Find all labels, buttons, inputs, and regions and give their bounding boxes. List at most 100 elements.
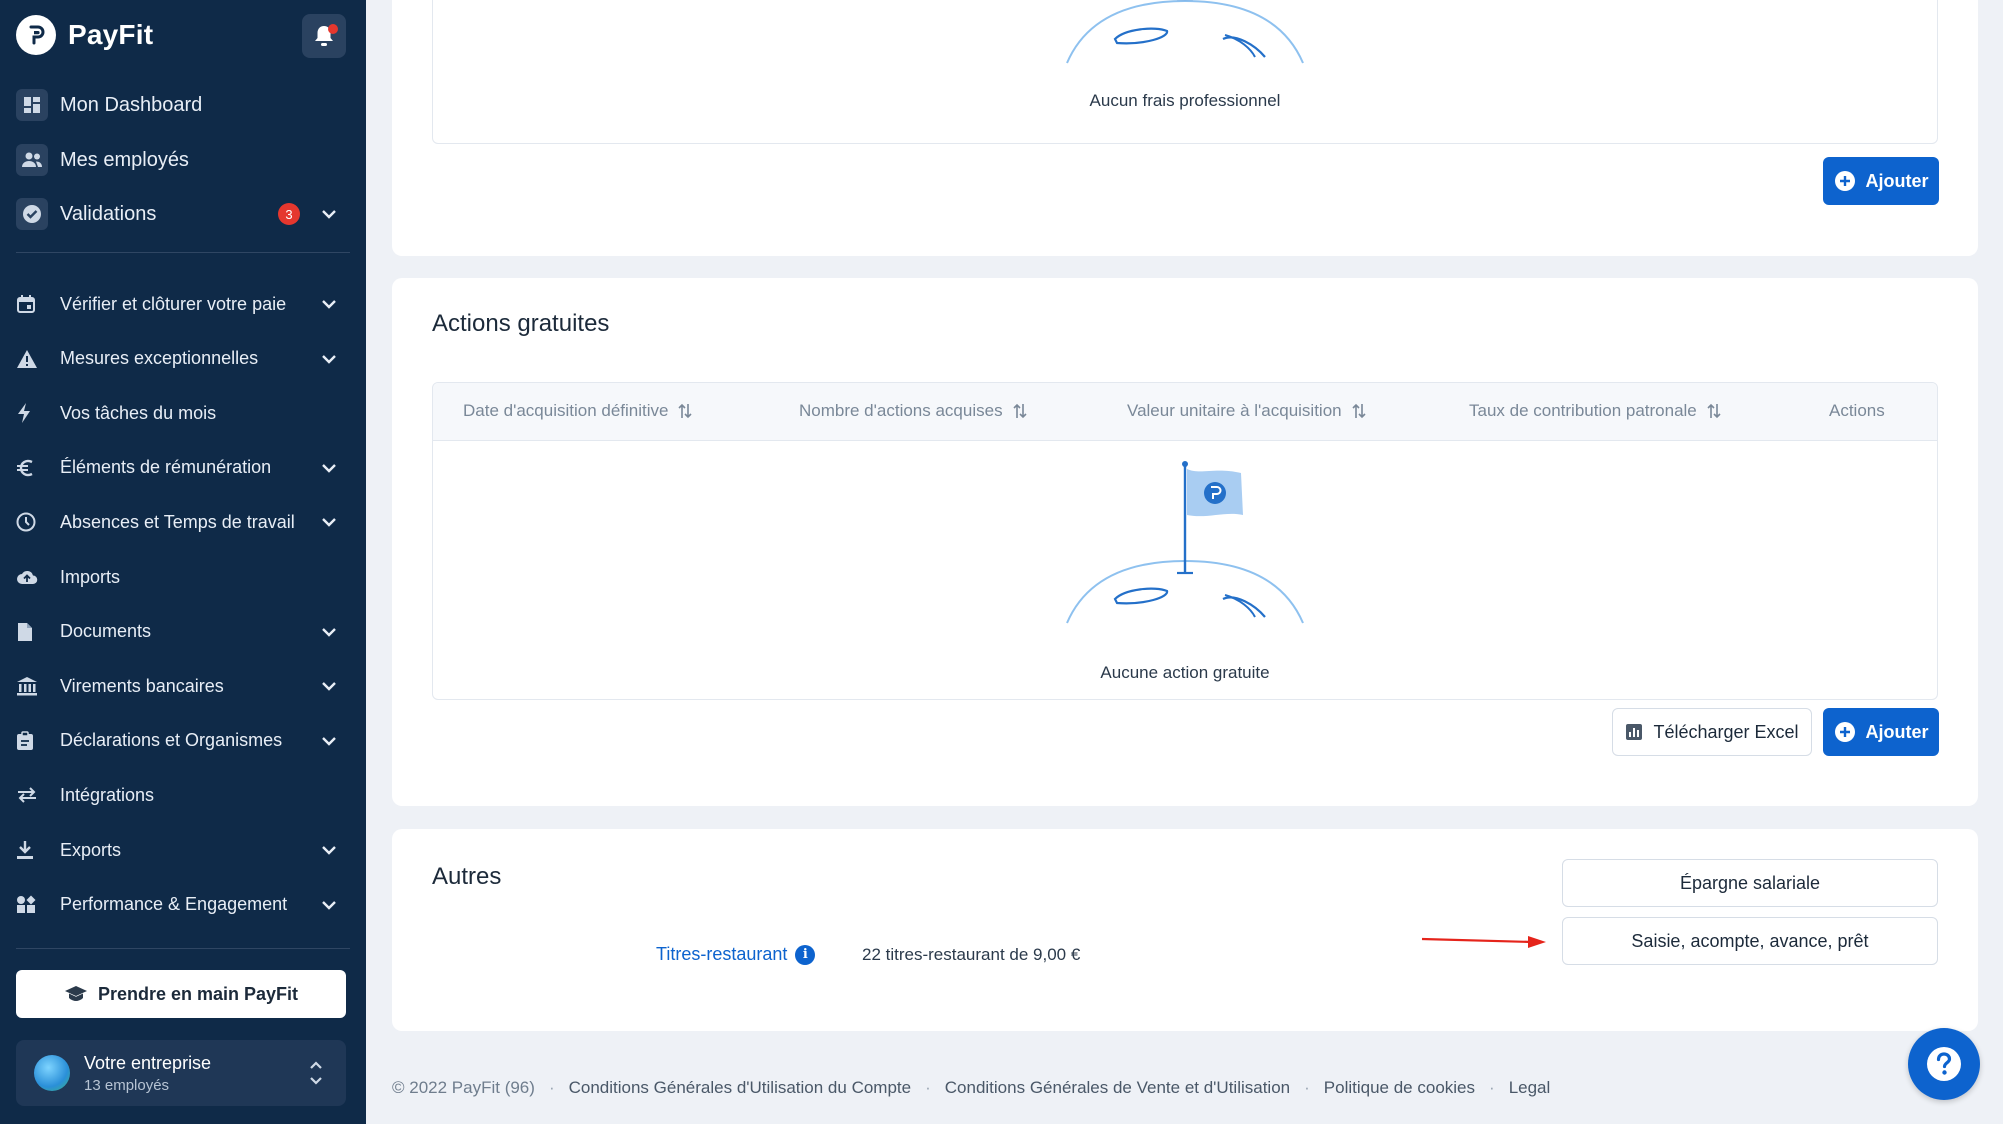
nav-declarations-et-organismes[interactable]: Déclarations et Organismes — [16, 721, 350, 761]
chevron-down-icon[interactable] — [320, 623, 338, 641]
button-label: Ajouter — [1865, 721, 1929, 742]
sort-icon[interactable] — [1013, 402, 1027, 420]
nav-validations[interactable]: Validations 3 — [16, 194, 350, 234]
cta-label: Prendre en main PayFit — [97, 983, 299, 1004]
footer-link-cgv[interactable]: Conditions Générales de Vente et d'Utili… — [945, 1078, 1290, 1098]
footer-link-legal[interactable]: Legal — [1509, 1078, 1551, 1098]
column-taux-contribution[interactable]: Taux de contribution patronale — [1469, 401, 1721, 421]
column-nombre-actions[interactable]: Nombre d'actions acquises — [799, 401, 1027, 421]
sort-icon[interactable] — [678, 402, 693, 420]
nav-exports[interactable]: Exports — [16, 830, 350, 870]
nav-label: Mesures exceptionnelles — [60, 348, 259, 369]
nav-elements-de-remuneration[interactable]: Éléments de rémunération — [16, 448, 350, 488]
saisie-acompte-button[interactable]: Saisie, acompte, avance, prêt — [1562, 917, 1938, 965]
column-date-acquisition[interactable]: Date d'acquisition définitive — [463, 401, 693, 421]
nav-integrations[interactable]: Intégrations — [16, 775, 350, 815]
bank-icon — [16, 676, 50, 696]
chevron-down-icon[interactable] — [320, 732, 338, 750]
notifications-button[interactable] — [302, 14, 346, 58]
actions-add-button[interactable]: Ajouter — [1823, 708, 1939, 756]
bolt-icon — [16, 402, 50, 424]
nav-absences-et-temps-de-travail[interactable]: Absences et Temps de travail — [16, 502, 350, 542]
frais-add-button[interactable]: Ajouter — [1823, 157, 1939, 205]
company-switcher[interactable]: Votre entreprise 13 employés — [16, 1040, 346, 1106]
info-icon[interactable]: i — [795, 944, 816, 965]
company-name: Votre entreprise — [84, 1052, 212, 1073]
calendar-icon — [16, 294, 50, 314]
sidebar-divider — [16, 252, 350, 253]
sidebar-divider — [16, 948, 350, 949]
warning-icon — [16, 349, 50, 369]
nav-label: Vérifier et clôturer votre paie — [60, 293, 287, 314]
sort-icon[interactable] — [1707, 402, 1721, 420]
column-actions: Actions — [1829, 401, 1885, 420]
empty-planet-flag-illustration — [1066, 461, 1304, 624]
footer-link-cgu[interactable]: Conditions Générales d'Utilisation du Co… — [569, 1078, 911, 1098]
nav-label: Exports — [60, 839, 122, 860]
nav-virements-bancaires[interactable]: Virements bancaires — [16, 666, 350, 706]
nav-label: Validations — [60, 202, 157, 225]
autres-card: Autres Titres-restaurant i 22 titres-res… — [392, 829, 1978, 1031]
table-header: Date d'acquisition définitive Nombre d'a… — [433, 383, 1937, 441]
sort-icon[interactable] — [1352, 402, 1366, 420]
chevron-down-icon[interactable] — [320, 677, 338, 695]
epargne-salariale-button[interactable]: Épargne salariale — [1562, 859, 1938, 907]
empty-label: Aucun frais professionnel — [1089, 91, 1281, 110]
nav-performance-engagement[interactable]: Performance & Engagement — [16, 885, 350, 925]
prendre-en-main-button[interactable]: Prendre en main PayFit — [16, 970, 346, 1018]
cloud-upload-icon — [16, 568, 50, 586]
bar-chart-icon — [1626, 724, 1643, 740]
chevron-down-icon[interactable] — [320, 513, 338, 531]
nav-mesures-exceptionnelles[interactable]: Mesures exceptionnelles — [16, 339, 350, 379]
nav-label: Mes employés — [60, 148, 189, 171]
empty-label: Aucune action gratuite — [1100, 663, 1270, 682]
nav-label: Virements bancaires — [60, 675, 224, 696]
company-employees: 13 employés — [84, 1076, 170, 1094]
nav-vos-taches-du-mois[interactable]: Vos tâches du mois — [16, 393, 350, 433]
clock-icon — [16, 512, 50, 532]
nav-label: Performance & Engagement — [60, 894, 288, 915]
chevron-up-down-icon — [310, 1061, 322, 1085]
brand[interactable]: PayFit — [16, 15, 153, 55]
plus-circle-icon — [1834, 171, 1855, 191]
section-title: Autres — [432, 863, 502, 890]
help-button[interactable] — [1908, 1028, 1980, 1100]
nav-imports[interactable]: Imports — [16, 557, 350, 597]
footer-copyright: © 2022 PayFit (96) — [392, 1078, 535, 1097]
nav-label: Éléments de rémunération — [60, 457, 272, 478]
validations-badge: 3 — [278, 203, 300, 225]
telecharger-excel-button[interactable]: Télécharger Excel — [1612, 708, 1812, 756]
nav-label: Imports — [60, 566, 121, 587]
people-icon — [16, 144, 48, 176]
nav-documents[interactable]: Documents — [16, 612, 350, 652]
chevron-down-icon[interactable] — [320, 459, 338, 477]
document-icon — [16, 622, 50, 642]
frais-card: Aucun frais professionnel Ajouter — [392, 0, 1978, 256]
chevron-down-icon[interactable] — [320, 841, 338, 859]
titres-restaurant-link[interactable]: Titres-restaurant i — [656, 944, 816, 965]
annotation-arrow-icon — [1421, 936, 1546, 948]
dashboard-icon — [16, 89, 48, 121]
section-title: Actions gratuites — [432, 310, 610, 337]
check-circle-icon — [16, 198, 48, 230]
nav-verifier-et-cloturer-votre-paie[interactable]: Vérifier et clôturer votre paie — [16, 284, 350, 324]
sidebar: PayFit Mon Dashboard Mes employés Valida… — [0, 0, 366, 1124]
brand-name: PayFit — [68, 19, 154, 50]
nav-mon-dashboard[interactable]: Mon Dashboard — [16, 85, 350, 125]
clipboard-icon — [16, 731, 50, 751]
nav-label: Absences et Temps de travail — [60, 511, 295, 532]
nav-label: Vos tâches du mois — [60, 402, 217, 423]
chevron-down-icon[interactable] — [320, 205, 338, 223]
column-valeur-unitaire[interactable]: Valeur unitaire à l'acquisition — [1127, 401, 1366, 421]
chevron-down-icon[interactable] — [320, 896, 338, 914]
chevron-down-icon[interactable] — [320, 295, 338, 313]
nav-mes-employes[interactable]: Mes employés — [16, 140, 350, 180]
footer-link-cookies[interactable]: Politique de cookies — [1324, 1078, 1475, 1098]
notification-dot — [328, 24, 338, 34]
widgets-icon — [16, 895, 50, 915]
chevron-down-icon[interactable] — [320, 350, 338, 368]
company-avatar — [34, 1055, 70, 1091]
footer: © 2022 PayFit (96) · Conditions Générale… — [392, 1078, 1551, 1098]
euro-icon — [16, 458, 50, 478]
nav-label: Déclarations et Organismes — [60, 730, 283, 751]
